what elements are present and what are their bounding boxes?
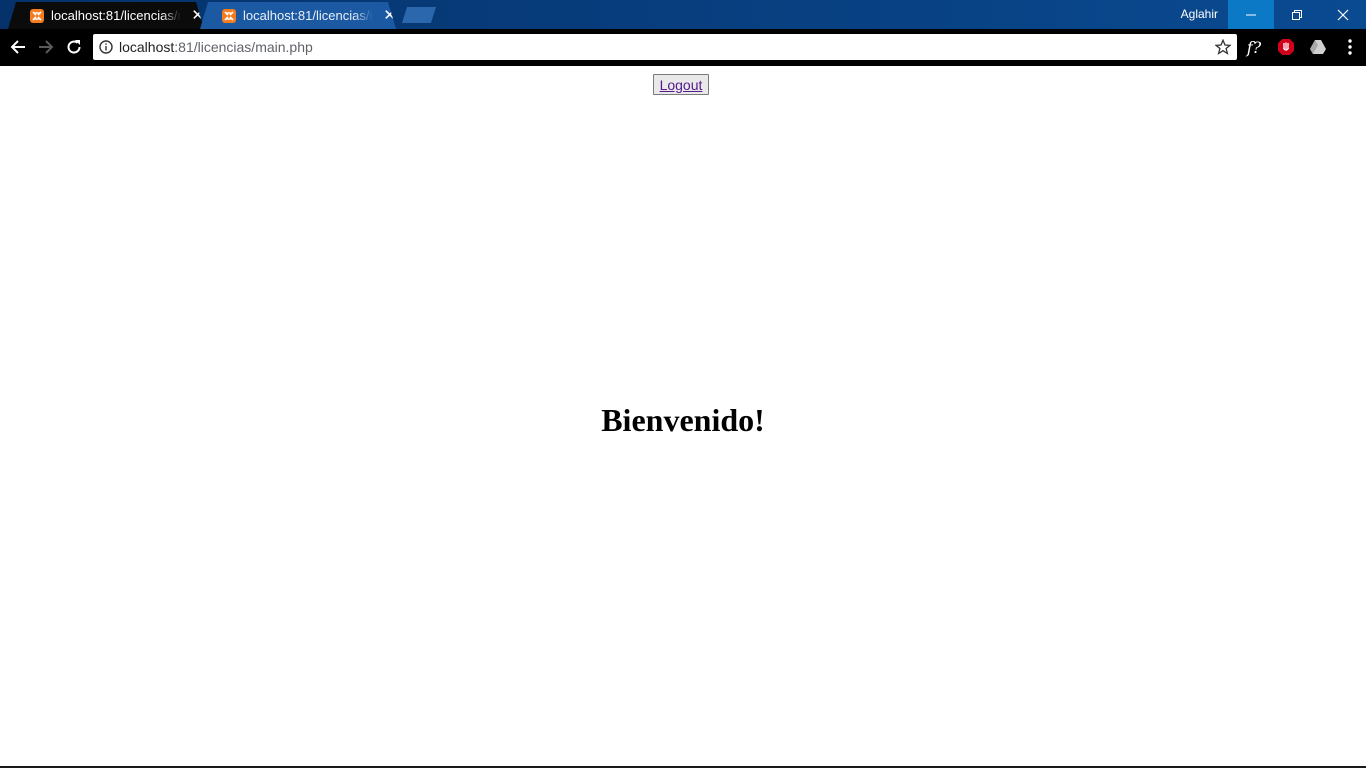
forward-button[interactable] — [36, 37, 56, 57]
new-tab-button[interactable] — [402, 7, 436, 23]
url-text[interactable]: localhost:81/licencias/main.php — [119, 39, 313, 55]
close-window-button[interactable] — [1320, 0, 1366, 29]
info-icon[interactable] — [99, 40, 113, 54]
arrow-left-icon — [10, 40, 25, 54]
restore-icon — [1292, 9, 1302, 20]
url-path: :81/licencias/main.php — [174, 39, 313, 55]
welcome-heading: Bienvenido! — [601, 402, 765, 438]
close-icon — [1337, 9, 1349, 20]
browser-toolbar: localhost:81/licencias/main.php f? — [0, 29, 1366, 66]
tab-close-icon[interactable]: ✕ — [191, 8, 204, 23]
formula-extension-icon[interactable]: f? — [1244, 37, 1264, 57]
arrow-right-icon — [39, 40, 54, 54]
reload-button[interactable] — [64, 37, 84, 57]
menu-button[interactable] — [1340, 37, 1360, 57]
back-button[interactable] — [8, 37, 28, 57]
minimize-icon — [1246, 14, 1256, 15]
reload-icon — [67, 40, 81, 54]
address-bar[interactable]: localhost:81/licencias/main.php — [93, 34, 1237, 60]
stop-hand-icon — [1278, 39, 1294, 55]
logout-button[interactable]: Logout — [653, 74, 709, 95]
star-icon[interactable] — [1215, 39, 1231, 55]
tab-users[interactable]: localhost:81/licencias/users.php ✕ — [200, 2, 396, 29]
xampp-favicon-icon — [30, 9, 44, 23]
restore-button[interactable] — [1274, 0, 1320, 29]
drive-icon — [1310, 40, 1326, 54]
minimize-button[interactable] — [1228, 0, 1274, 29]
tab-close-icon[interactable]: ✕ — [383, 8, 396, 23]
kebab-menu-icon — [1348, 39, 1352, 55]
url-host: localhost — [119, 39, 175, 55]
tab-title: localhost:81/licencias/users.php — [243, 8, 374, 23]
title-bar: localhost:81/licencias/main.php ✕ localh… — [0, 0, 1366, 29]
page-content: Logout Bienvenido! — [0, 66, 1366, 766]
tab-main[interactable]: localhost:81/licencias/main.php ✕ — [8, 2, 204, 29]
xampp-favicon-icon — [222, 9, 236, 23]
tab-title: localhost:81/licencias/main.php — [51, 8, 178, 23]
drive-extension-icon[interactable] — [1308, 37, 1328, 57]
profile-name[interactable]: Aglahir — [1181, 7, 1218, 21]
adblock-extension-icon[interactable] — [1276, 37, 1296, 57]
